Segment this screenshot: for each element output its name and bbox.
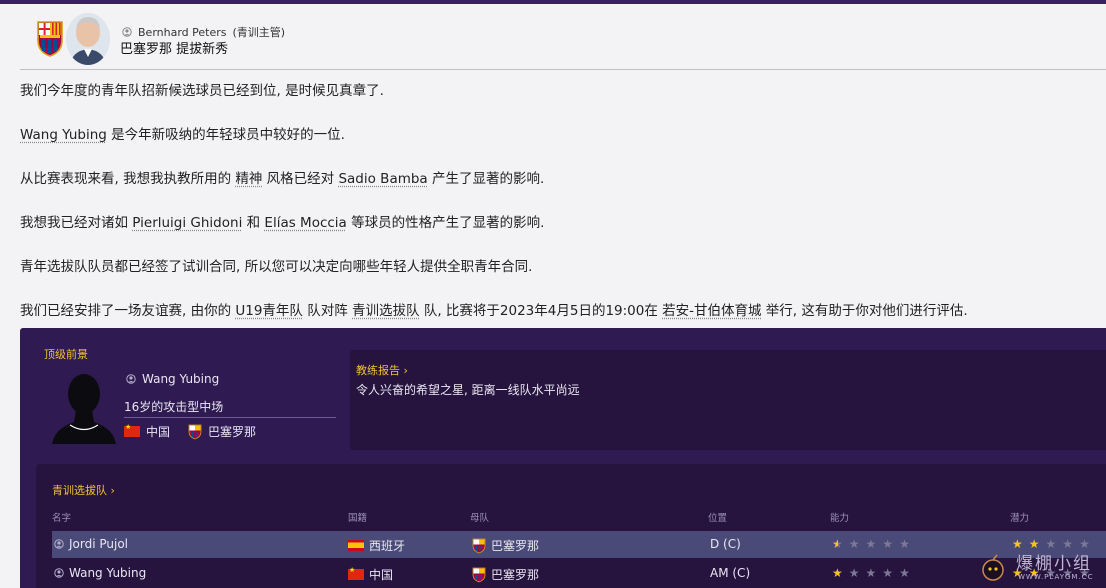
- bomb-mascot-icon: [982, 554, 1004, 581]
- row-position: D (C): [710, 537, 741, 551]
- message-header: Bernhard Peters (青训主管) 巴塞罗那 提拔新秀: [20, 10, 1106, 70]
- prospect-description: 16岁的攻击型中场: [124, 400, 224, 414]
- message-paragraph-2: Wang Yubing 是今年新吸纳的年轻球员中较好的一位.: [20, 127, 345, 143]
- column-header-nationality[interactable]: 国籍: [348, 510, 367, 524]
- china-flag-icon: [348, 566, 364, 580]
- player-link[interactable]: Pierluigi Ghidoni: [132, 215, 242, 231]
- watermark: 爆棚小组 WWW.PLAYGM.CC: [976, 545, 1106, 588]
- youth-intake-link[interactable]: 青训选拔队 ›: [52, 482, 115, 498]
- youth-intake-table: 青训选拔队 › 名字 国籍 母队 位置 能力 潜力 Jordi Pujol 西班…: [36, 464, 1106, 588]
- message-paragraph-1: 我们今年度的青年队招新候选球员已经到位, 是时候见真章了.: [20, 83, 384, 99]
- row-ability-stars: ★ ★ ★ ★ ★: [832, 566, 911, 580]
- prospect-name-row: Wang Yubing: [126, 372, 219, 386]
- prospect-meta: 中国 巴塞罗那: [124, 423, 256, 440]
- person-icon: [54, 539, 64, 549]
- table-row[interactable]: Wang Yubing 中国 巴塞罗那 AM (C) ★ ★ ★ ★ ★ ★ ★ ★ ★ ★: [52, 560, 1106, 587]
- star-icon: ★: [882, 566, 895, 580]
- fc-barcelona-badge-icon: [472, 538, 486, 553]
- row-club[interactable]: 巴塞罗那: [491, 537, 539, 554]
- prospect-nationality[interactable]: 中国: [146, 423, 170, 440]
- player-link[interactable]: Sadio Bamba: [338, 171, 427, 187]
- star-icon: ★: [899, 537, 911, 551]
- row-nationality[interactable]: 中国: [369, 566, 393, 583]
- coach-report-link[interactable]: 教练报告 ›: [356, 362, 408, 378]
- venue-link[interactable]: 若安-甘伯体育城: [662, 303, 761, 319]
- star-icon: ★: [832, 537, 844, 551]
- message-subject: 巴塞罗那 提拔新秀: [120, 42, 229, 57]
- person-icon: [54, 568, 64, 578]
- column-header-potential[interactable]: 潜力: [1010, 510, 1029, 524]
- star-icon: ★: [848, 537, 861, 551]
- player-link[interactable]: Wang Yubing: [20, 127, 107, 143]
- row-club[interactable]: 巴塞罗那: [491, 566, 539, 583]
- message-paragraph-3: 从比赛表现来看, 我想我执教所用的 精神 风格已经对 Sadio Bamba 产…: [20, 171, 545, 187]
- fc-barcelona-badge-icon: [188, 424, 202, 439]
- player-silhouette-icon[interactable]: [50, 368, 118, 444]
- panel-title: 顶级前景: [44, 348, 88, 361]
- star-icon: ★: [865, 537, 878, 551]
- team-link[interactable]: 青训选拔队: [352, 303, 420, 319]
- person-icon: [126, 374, 136, 384]
- row-position: AM (C): [710, 566, 751, 580]
- sender-name[interactable]: Bernhard Peters: [138, 26, 226, 39]
- row-player-name[interactable]: Wang Yubing: [69, 566, 146, 580]
- message-paragraph-6: 我们已经安排了一场友谊赛, 由你的 U19青年队 队对阵 青训选拔队 队, 比赛…: [20, 303, 968, 319]
- fc-barcelona-badge-icon: [37, 21, 63, 57]
- tactic-style-link[interactable]: 精神: [235, 171, 262, 187]
- star-icon: ★: [899, 566, 911, 580]
- table-row[interactable]: Jordi Pujol 西班牙 巴塞罗那 D (C) ★ ★ ★ ★ ★ ★ ★ ★ ★ ★: [52, 531, 1106, 558]
- watermark-url: WWW.PLAYGM.CC: [1018, 573, 1094, 581]
- china-flag-icon: [124, 423, 140, 437]
- star-icon: ★: [882, 537, 895, 551]
- sender-role: (青训主管): [232, 26, 286, 39]
- sender-avatar[interactable]: [66, 13, 110, 65]
- spain-flag-icon: [348, 540, 364, 551]
- column-header-position[interactable]: 位置: [708, 510, 727, 524]
- prospect-name[interactable]: Wang Yubing: [142, 372, 219, 386]
- divider: [124, 417, 336, 418]
- row-nationality[interactable]: 西班牙: [369, 537, 405, 554]
- star-icon: ★: [832, 566, 844, 580]
- star-icon: ★: [848, 566, 861, 580]
- message-paragraph-4: 我想我已经对诸如 Pierluigi Ghidoni 和 Elías Mocci…: [20, 215, 545, 231]
- fc-barcelona-badge-icon: [472, 567, 486, 582]
- person-icon: [122, 27, 132, 37]
- column-header-ability[interactable]: 能力: [830, 510, 849, 524]
- watermark-text: 爆棚小组: [1016, 554, 1092, 574]
- prospect-club[interactable]: 巴塞罗那: [208, 423, 256, 440]
- prospect-panel: 顶级前景 Wang Yubing 16岁的攻击型中场 中国 巴塞罗那 教练报告 …: [20, 328, 1106, 588]
- coach-report-card: 教练报告 › 令人兴奋的希望之星, 距离一线队水平尚远: [350, 350, 1106, 450]
- team-link[interactable]: U19青年队: [235, 303, 303, 319]
- coach-report-text: 令人兴奋的希望之星, 距离一线队水平尚远: [356, 383, 580, 397]
- row-ability-stars: ★ ★ ★ ★ ★: [832, 537, 911, 551]
- column-header-name[interactable]: 名字: [52, 510, 71, 524]
- column-header-parent-team[interactable]: 母队: [470, 510, 489, 524]
- message-paragraph-5: 青年选拔队队员都已经签了试训合同, 所以您可以决定向哪些年轻人提供全职青年合同.: [20, 259, 533, 275]
- row-player-name[interactable]: Jordi Pujol: [69, 537, 128, 551]
- star-icon: ★: [865, 566, 878, 580]
- player-link[interactable]: Elías Moccia: [264, 215, 346, 231]
- top-bar: [0, 0, 1106, 4]
